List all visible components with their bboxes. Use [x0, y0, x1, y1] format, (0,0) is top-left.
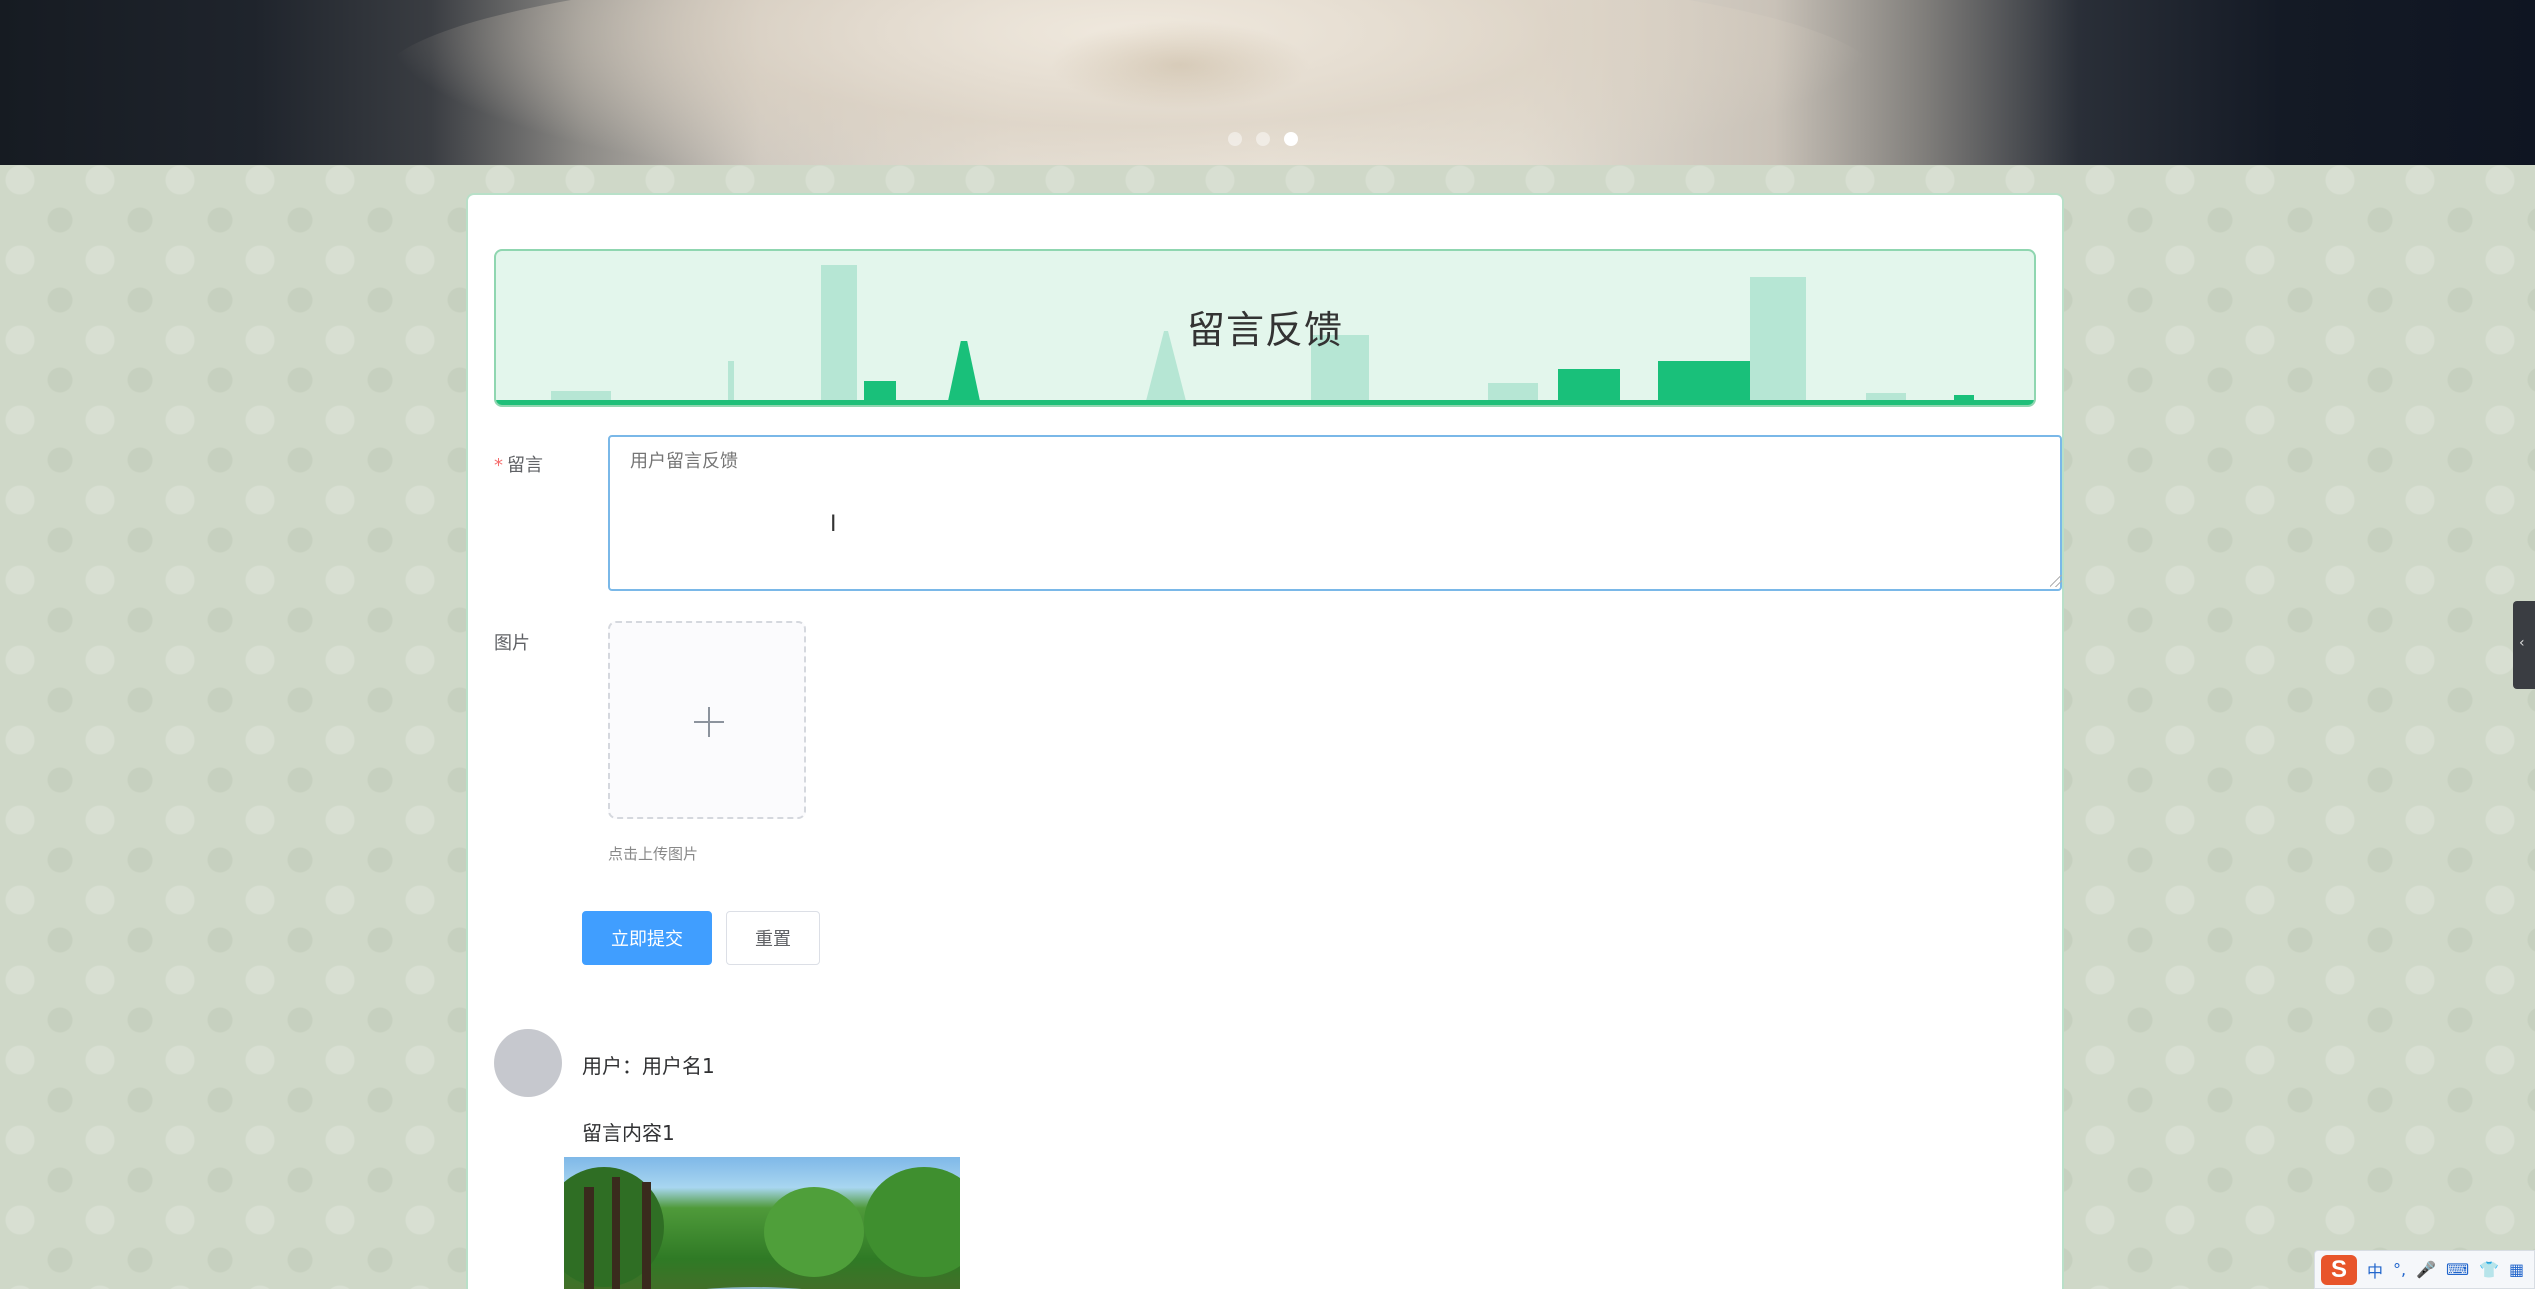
shirt-icon[interactable]: 👕: [2479, 1260, 2499, 1279]
page-title: 留言反馈: [1186, 308, 1343, 352]
comment-username: 用户：用户名1: [582, 1054, 715, 1078]
ime-toolbar: S 中 °, 🎤 ⌨ 👕 ▦: [2314, 1250, 2535, 1289]
avatar: [494, 1029, 562, 1097]
form-item-message: * 留言: [494, 435, 2062, 595]
title-banner: 留言反馈: [494, 249, 2036, 407]
grid-icon[interactable]: ▦: [2509, 1260, 2524, 1279]
submit-button[interactable]: 立即提交: [582, 911, 712, 965]
message-label: * 留言: [494, 455, 543, 476]
plus-icon: [694, 707, 724, 737]
keyboard-icon[interactable]: ⌨: [2446, 1260, 2469, 1279]
carousel-dot-3[interactable]: [1284, 132, 1298, 146]
ime-punctuation-toggle[interactable]: °,: [2393, 1260, 2406, 1279]
carousel-dot-1[interactable]: [1228, 132, 1242, 146]
sogou-logo-icon[interactable]: S: [2321, 1254, 2357, 1285]
form-item-image: 图片 点击上传图片: [494, 621, 2062, 863]
image-upload-button[interactable]: [608, 621, 806, 819]
textarea-resize-handle[interactable]: [2050, 575, 2062, 587]
carousel-dot-2[interactable]: [1256, 132, 1270, 146]
feedback-card: 留言反馈 *留言 图片 点击上传图片 立即提交 重置 用户：用户名1 留言内容1: [466, 193, 2064, 1289]
text-cursor-icon: I: [830, 512, 837, 537]
required-mark: *: [494, 455, 503, 476]
mic-icon[interactable]: 🎤: [2416, 1260, 2436, 1279]
carousel-banner: [0, 0, 2535, 165]
comment-image[interactable]: [564, 1157, 960, 1289]
upload-tip: 点击上传图片: [608, 845, 699, 863]
message-textarea[interactable]: [608, 435, 2062, 591]
image-label: 图片: [494, 633, 530, 654]
reset-button[interactable]: 重置: [726, 911, 820, 965]
carousel-image-shade: [1050, 20, 1310, 110]
ime-lang-toggle[interactable]: 中: [2367, 1258, 2383, 1282]
comment-content: 留言内容1: [582, 1121, 675, 1145]
side-panel-toggle[interactable]: ‹: [2513, 601, 2535, 689]
chevron-left-icon: ‹: [2519, 635, 2525, 651]
carousel-indicators: [1228, 132, 1298, 146]
